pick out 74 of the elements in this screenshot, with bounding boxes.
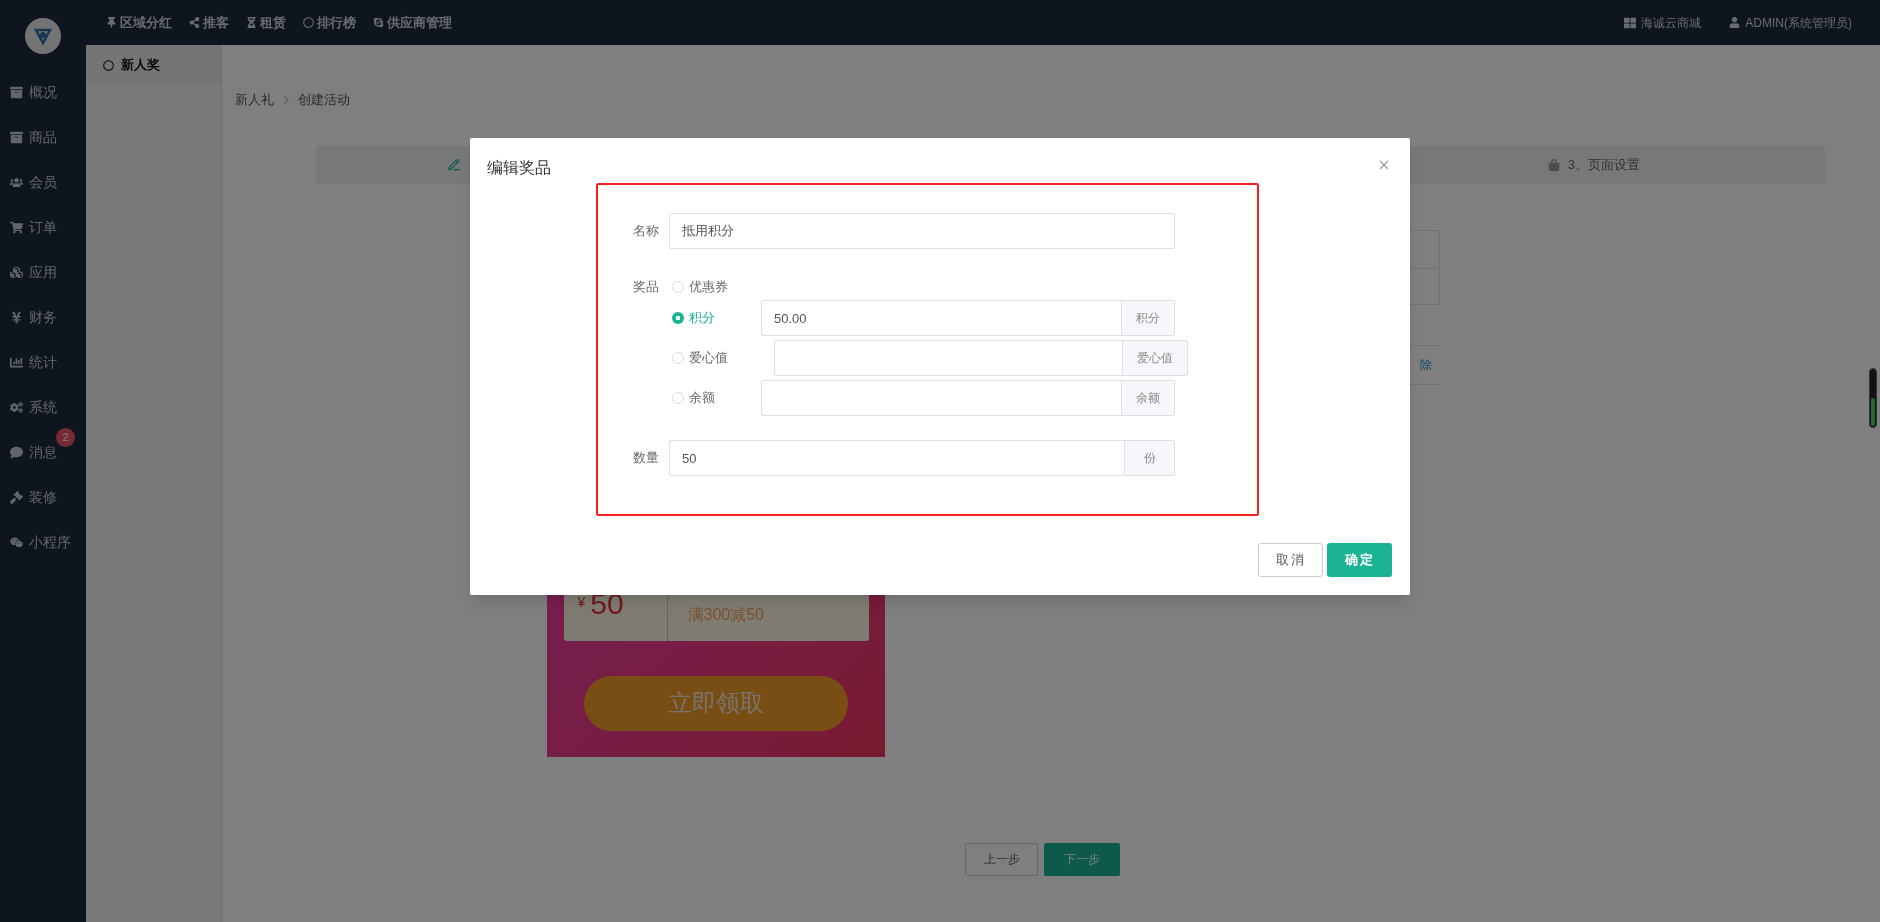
yen-icon	[10, 311, 23, 324]
hourglass-icon	[246, 17, 257, 28]
field-label: 奖品	[633, 278, 660, 297]
sidebar-item[interactable]: 系统	[0, 385, 86, 430]
currency-symbol: ¥	[577, 592, 586, 612]
sidebar-item[interactable]: 订单	[0, 205, 86, 250]
cart-icon	[10, 221, 23, 234]
sidebar-item[interactable]: 统计	[0, 340, 86, 385]
radio-button[interactable]	[672, 352, 684, 364]
coupon-condition: 满300减50	[687, 604, 764, 625]
radio-label[interactable]: 爱心值	[689, 348, 728, 368]
unit-addon: 爱心值	[1123, 340, 1188, 376]
share-icon	[189, 17, 200, 28]
bag-icon	[1547, 158, 1560, 171]
sidebar-item[interactable]: 商品	[0, 115, 86, 160]
nav-link[interactable]: 推客	[189, 12, 229, 33]
amount-input[interactable]	[761, 380, 1122, 416]
pin-icon	[106, 17, 117, 28]
quantity-input[interactable]: 50	[669, 440, 1125, 476]
sidebar-item[interactable]: 财务	[0, 295, 86, 340]
modal-title: 编辑奖品	[487, 158, 551, 178]
grid-icon	[1624, 16, 1637, 29]
close-icon[interactable]	[1379, 160, 1389, 170]
users-icon	[10, 176, 23, 189]
unit-addon: 积分	[1122, 300, 1175, 336]
delete-link[interactable]: 除	[1420, 355, 1432, 374]
nav-link[interactable]: 租赁	[246, 12, 286, 33]
breadcrumb-link[interactable]: 创建活动	[298, 90, 350, 110]
amount-input[interactable]: 50.00	[761, 300, 1122, 336]
chat-bubble-icon	[10, 446, 23, 459]
unit-addon: 余额	[1122, 380, 1175, 416]
nav-link[interactable]: 区域分红	[106, 12, 172, 33]
unit-addon: 份	[1125, 440, 1175, 476]
archive-icon	[10, 131, 23, 144]
next-button[interactable]: 下一步	[1044, 842, 1120, 876]
level-meter-icon	[1869, 368, 1877, 428]
sidebar-item[interactable]: 概况	[0, 70, 86, 115]
radio-label[interactable]: 积分	[689, 308, 715, 328]
sidebar-item[interactable]: 应用	[0, 250, 86, 295]
wechat-icon	[10, 536, 23, 549]
pencil-icon	[447, 157, 461, 172]
nav-link[interactable]: 排行榜	[303, 12, 356, 33]
field-label: 名称	[633, 222, 660, 241]
cancel-button[interactable]: 取消	[1258, 543, 1323, 577]
field-label: 数量	[633, 449, 660, 468]
bar-chart-icon	[10, 356, 23, 369]
radio-label[interactable]: 优惠券	[689, 277, 728, 297]
archive-icon	[10, 86, 23, 99]
radio-button[interactable]	[672, 312, 684, 324]
sidebar-item[interactable]: 小程序	[0, 520, 86, 565]
chevron-icon	[283, 94, 289, 105]
store-link[interactable]: 海诚云商城	[1624, 13, 1702, 32]
breadcrumb-link[interactable]: 新人礼	[235, 90, 274, 110]
notification-badge: 2	[56, 428, 75, 447]
radio-button[interactable]	[672, 281, 684, 293]
user-menu[interactable]: ADMIN(系统管理员)	[1729, 13, 1852, 32]
cubes-icon	[10, 266, 23, 279]
nav-link[interactable]: 供应商管理	[373, 12, 452, 33]
gavel-icon	[10, 491, 23, 504]
amount-input[interactable]	[774, 340, 1123, 376]
sidebar-item[interactable]: 消息 2	[0, 430, 86, 475]
logo-icon	[25, 18, 61, 54]
previous-button[interactable]: 上一步	[965, 842, 1038, 876]
radio-label[interactable]: 余额	[689, 388, 715, 408]
name-input[interactable]: 抵用积分	[669, 213, 1175, 249]
gears-icon	[10, 401, 23, 414]
sub-sidebar-item[interactable]: 新人奖	[86, 45, 221, 85]
sidebar-item[interactable]: 装修	[0, 475, 86, 520]
confirm-button[interactable]: 确定	[1327, 543, 1392, 577]
skype-icon	[373, 17, 384, 28]
step[interactable]: 3、页面设置	[1547, 154, 1640, 175]
user-icon	[1729, 17, 1741, 28]
radio-button[interactable]	[672, 392, 684, 404]
sidebar-item[interactable]: 会员	[0, 160, 86, 205]
